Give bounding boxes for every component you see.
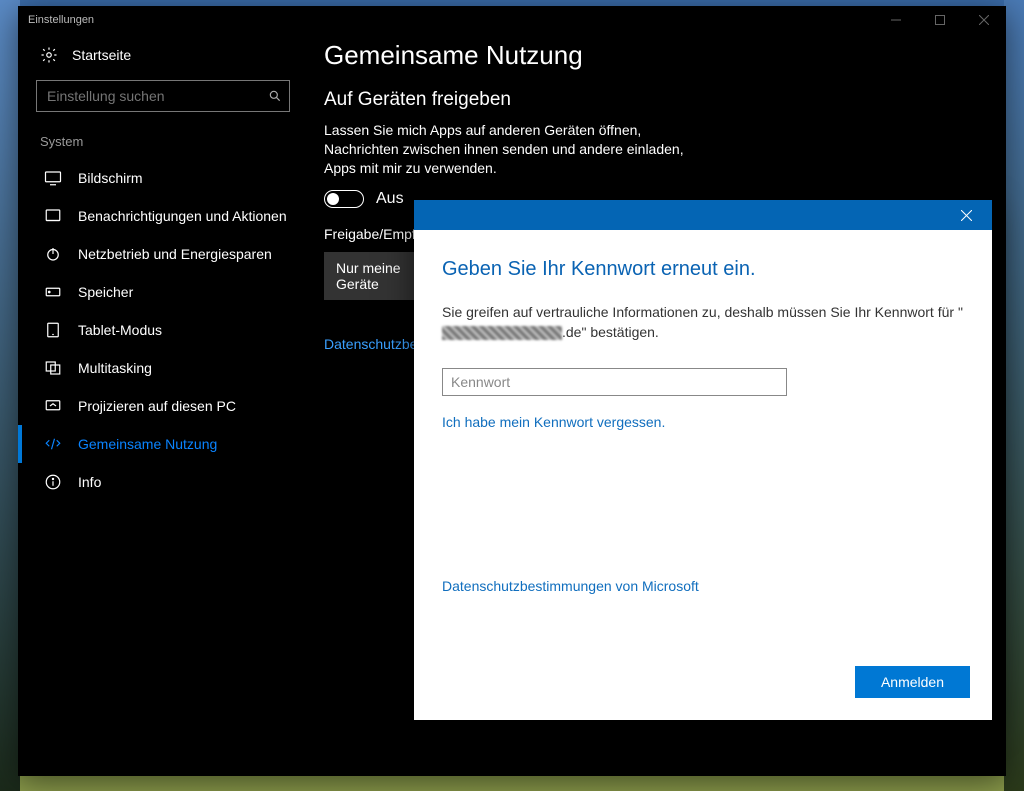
window-title: Einstellungen — [28, 14, 94, 26]
sidebar-item-label: Netzbetrieb und Energiesparen — [78, 246, 272, 262]
password-input[interactable] — [442, 368, 787, 396]
notification-icon — [44, 207, 62, 225]
redacted-account — [442, 326, 562, 340]
sidebar-item-label: Multitasking — [78, 360, 152, 376]
dialog-heading: Geben Sie Ihr Kennwort erneut ein. — [442, 258, 964, 281]
sidebar-item-tablet[interactable]: Tablet-Modus — [18, 311, 308, 349]
search-icon — [268, 89, 282, 103]
sidebar-item-label: Projizieren auf diesen PC — [78, 398, 236, 414]
titlebar: Einstellungen — [18, 6, 1006, 34]
sidebar-item-notifications[interactable]: Benachrichtigungen und Aktionen — [18, 197, 308, 235]
sidebar-item-projecting[interactable]: Projizieren auf diesen PC — [18, 387, 308, 425]
share-toggle[interactable] — [324, 190, 364, 208]
multitask-icon — [44, 359, 62, 377]
sidebar-item-display[interactable]: Bildschirm — [18, 159, 308, 197]
home-row[interactable]: Startseite — [18, 40, 308, 80]
dialog-info: Sie greifen auf vertrauliche Information… — [442, 303, 964, 342]
dialog-titlebar — [414, 200, 992, 230]
page-subtitle: Auf Geräten freigeben — [324, 89, 946, 111]
ms-privacy-link[interactable]: Datenschutzbestimmungen von Microsoft — [442, 578, 699, 594]
sidebar-item-label: Gemeinsame Nutzung — [78, 436, 217, 452]
tablet-icon — [44, 321, 62, 339]
sidebar-item-label: Benachrichtigungen und Aktionen — [78, 208, 287, 224]
page-title: Gemeinsame Nutzung — [324, 40, 946, 71]
share-icon — [44, 435, 62, 453]
monitor-icon — [44, 169, 62, 187]
maximize-button[interactable] — [918, 6, 962, 34]
project-icon — [44, 397, 62, 415]
storage-icon — [44, 283, 62, 301]
sidebar-item-label: Info — [78, 474, 101, 490]
login-button[interactable]: Anmelden — [855, 666, 970, 698]
sidebar-item-about[interactable]: Info — [18, 463, 308, 501]
credential-dialog: Geben Sie Ihr Kennwort erneut ein. Sie g… — [414, 200, 992, 720]
close-button[interactable] — [962, 6, 1006, 34]
sidebar-item-power[interactable]: Netzbetrieb und Energiesparen — [18, 235, 308, 273]
minimize-button[interactable] — [874, 6, 918, 34]
sidebar-item-multitasking[interactable]: Multitasking — [18, 349, 308, 387]
forgot-password-link[interactable]: Ich habe mein Kennwort vergessen. — [442, 414, 964, 430]
gear-icon — [40, 46, 58, 64]
search-input[interactable] — [36, 80, 290, 112]
dialog-close-button[interactable] — [946, 200, 986, 230]
sidebar-item-label: Speicher — [78, 284, 133, 300]
sidebar-item-storage[interactable]: Speicher — [18, 273, 308, 311]
sidebar-item-label: Tablet-Modus — [78, 322, 162, 338]
dialog-info-prefix: Sie greifen auf vertrauliche Information… — [442, 304, 963, 320]
sidebar: Startseite System Bildschirm — [18, 34, 308, 776]
toggle-state-label: Aus — [376, 190, 404, 208]
info-icon — [44, 473, 62, 491]
sidebar-item-shared-experiences[interactable]: Gemeinsame Nutzung — [18, 425, 308, 463]
section-label: System — [18, 134, 308, 159]
home-label: Startseite — [72, 47, 131, 63]
page-description: Lassen Sie mich Apps auf anderen Geräten… — [324, 121, 694, 178]
dialog-info-suffix: .de" bestätigen. — [562, 324, 659, 340]
sidebar-item-label: Bildschirm — [78, 170, 143, 186]
power-icon — [44, 245, 62, 263]
